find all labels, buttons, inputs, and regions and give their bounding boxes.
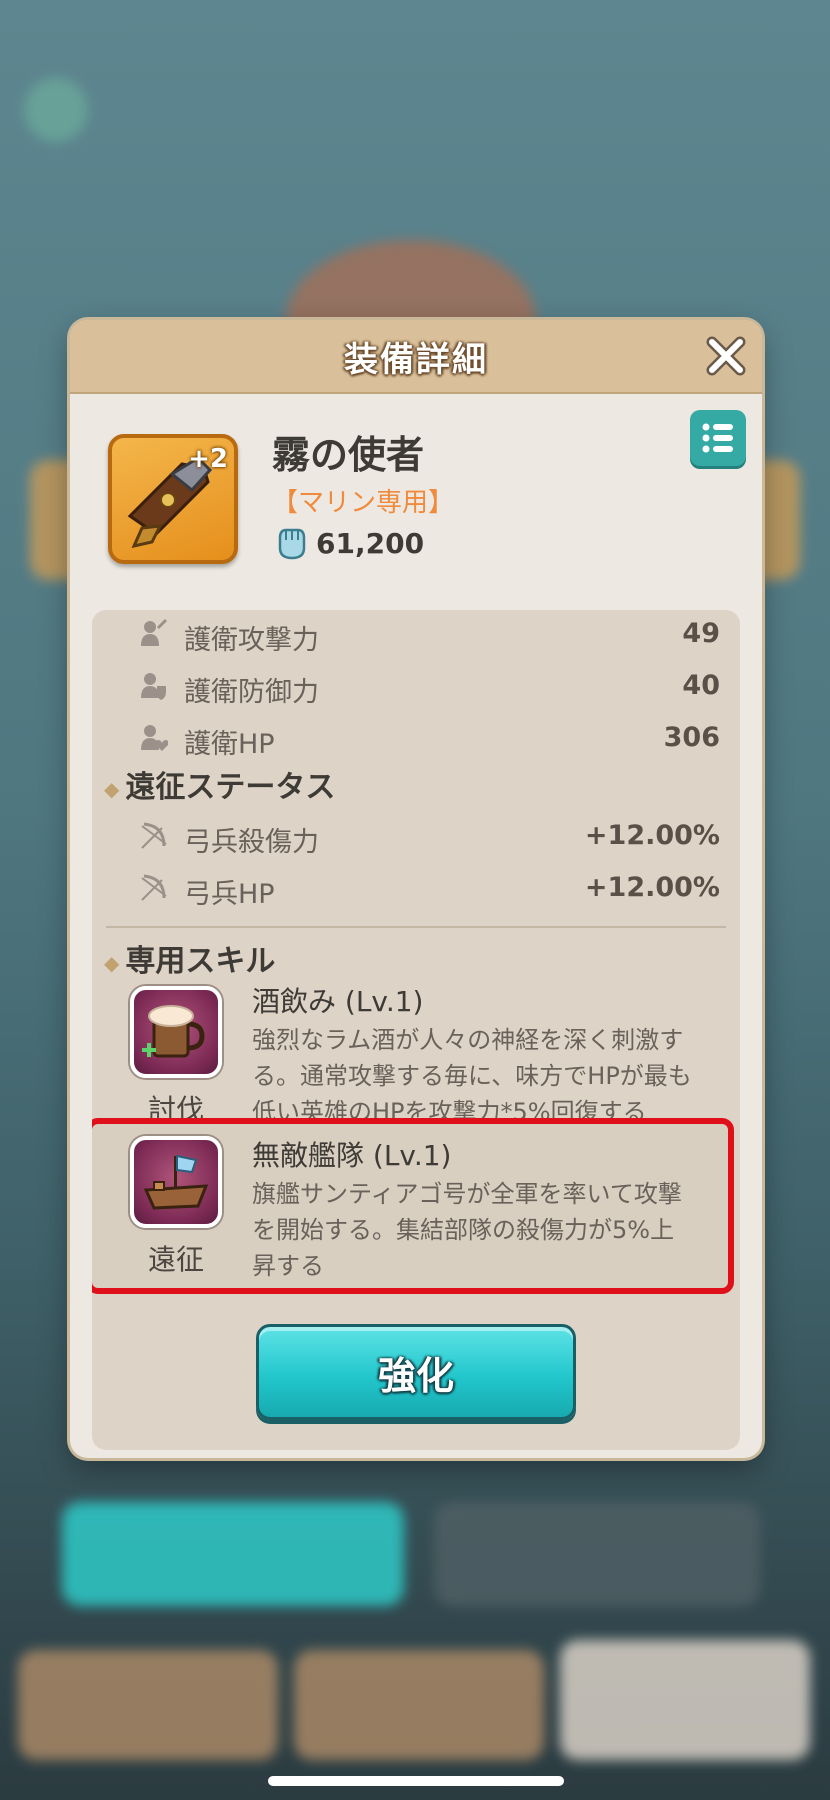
- stat-value: +12.00%: [584, 872, 720, 903]
- list-button[interactable]: [690, 410, 746, 466]
- skill-name: 酒飲み (Lv.1): [252, 985, 424, 1018]
- close-button[interactable]: [704, 334, 748, 378]
- divider: [106, 926, 726, 928]
- enhance-button[interactable]: 強化: [256, 1324, 576, 1420]
- stat-label: 護衛攻撃力: [184, 625, 319, 656]
- skill-icon-armada[interactable]: [130, 1136, 222, 1228]
- enhance-button-label: 強化: [377, 1353, 454, 1398]
- diamond-icon: ◆: [104, 776, 120, 801]
- stat-label: 護衛HP: [184, 729, 275, 760]
- home-indicator[interactable]: [268, 1776, 564, 1786]
- item-owner-restriction: 【マリン専用】: [272, 488, 455, 518]
- background-teal-button: [62, 1502, 404, 1606]
- bow-icon: [141, 822, 167, 849]
- expedition-title-text: 遠征ステータス: [125, 770, 336, 805]
- bow-icon: [141, 874, 167, 901]
- skill-description: 強烈なラム酒が人々の神経を深く刺激す る。通常攻撃する毎に、味方でHPが最も 低…: [252, 1022, 732, 1130]
- background-back-icon: [24, 78, 88, 142]
- ship-icon: [143, 1154, 209, 1210]
- fist-icon: [278, 528, 306, 560]
- close-icon: [706, 336, 746, 376]
- expedition-section-title: ◆ 遠征ステータス: [104, 762, 335, 806]
- skill-description-line: 昇する: [252, 1252, 324, 1280]
- skills-section-title: ◆ 専用スキル: [104, 936, 275, 980]
- power-value: 61,200: [316, 526, 425, 560]
- stat-value: 306: [663, 722, 720, 753]
- stat-label: 弓兵HP: [184, 879, 275, 910]
- equipment-detail-modal: 装備詳細 +2 霧の使者 【マリン専用】 61,200 護衛攻撃力 49 護衛防…: [70, 320, 762, 1458]
- background-gray-button: [434, 1502, 760, 1606]
- stat-label: 弓兵殺傷力: [184, 827, 319, 858]
- stat-row: 護衛HP 306: [92, 716, 740, 760]
- stat-label: 護衛防御力: [184, 677, 319, 708]
- background-tab-3: [560, 1640, 810, 1760]
- skills-title-text: 専用スキル: [125, 944, 276, 979]
- stat-row: 護衛防御力 40: [92, 664, 740, 708]
- stat-value: +12.00%: [584, 820, 720, 851]
- skill-description-line: を開始する。集結部隊の殺傷力が5%上: [252, 1216, 675, 1244]
- guard-defense-icon: [141, 673, 166, 700]
- guard-attack-icon: [141, 618, 168, 646]
- skill-description-line: 強烈なラム酒が人々の神経を深く刺激す: [252, 1026, 684, 1054]
- skill-description: 旗艦サンティアゴ号が全軍を率いて攻撃 を開始する。集結部隊の殺傷力が5%上 昇す…: [252, 1176, 732, 1284]
- skill-tag-expedition: 遠征: [147, 1243, 204, 1276]
- modal-title: 装備詳細: [344, 339, 488, 380]
- stat-row: 弓兵殺傷力 +12.00%: [92, 814, 740, 858]
- stat-value: 40: [682, 670, 720, 701]
- enhance-level-badge: +2: [188, 444, 228, 474]
- background-tab-1: [18, 1650, 278, 1760]
- background-tab-2: [294, 1650, 544, 1760]
- stat-value: 49: [682, 618, 720, 649]
- beer-mug-icon: [142, 1005, 205, 1058]
- guard-hp-icon: [141, 725, 168, 751]
- skill-icon-drinking[interactable]: [130, 986, 222, 1078]
- item-name: 霧の使者: [272, 433, 425, 477]
- diamond-icon: ◆: [104, 950, 120, 975]
- skill-name: 無敵艦隊 (Lv.1): [252, 1139, 452, 1172]
- stat-row: 護衛攻撃力 49: [92, 612, 740, 656]
- power-row: 61,200: [276, 526, 424, 560]
- stat-row: 弓兵HP +12.00%: [92, 866, 740, 910]
- modal-header: 装備詳細: [70, 320, 762, 394]
- equipment-icon[interactable]: +2: [108, 434, 238, 564]
- skill-description-line: 旗艦サンティアゴ号が全軍を率いて攻撃: [252, 1180, 682, 1208]
- skill-description-line: る。通常攻撃する毎に、味方でHPが最も: [252, 1062, 692, 1090]
- list-icon: [702, 423, 733, 453]
